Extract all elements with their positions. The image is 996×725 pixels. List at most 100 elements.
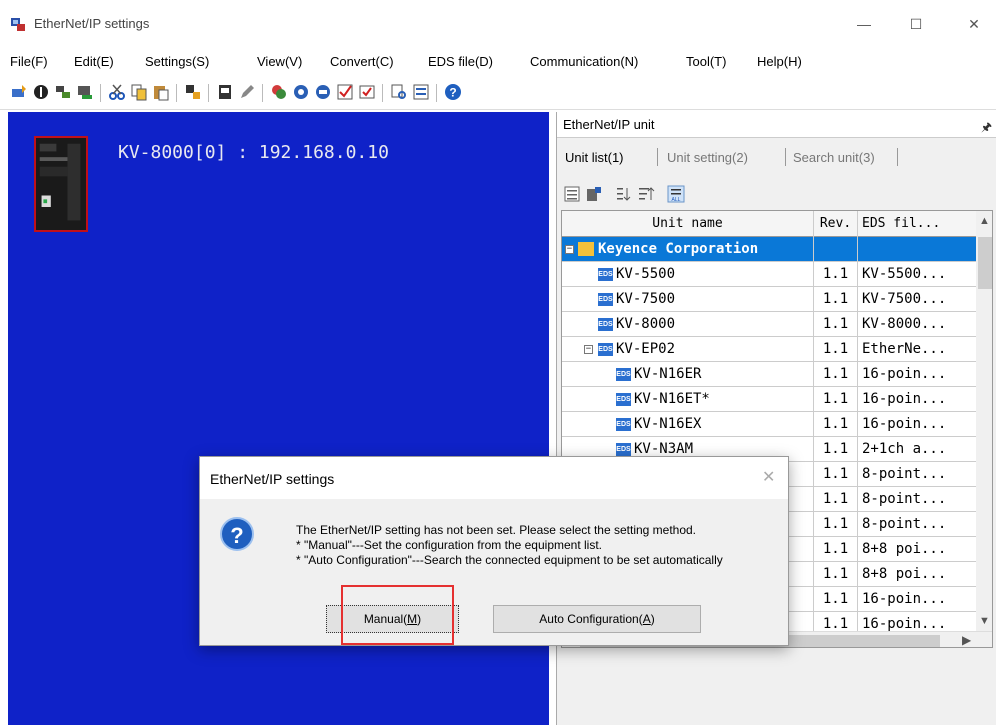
- column-rev[interactable]: Rev.: [814, 211, 858, 237]
- table-row[interactable]: EDS KV-N16EX 1.1 16-poin...: [562, 412, 976, 437]
- svg-text:ALL: ALL: [672, 197, 681, 203]
- panel-header: EtherNet/IP unit 🖈: [557, 112, 996, 138]
- menu-settings[interactable]: Settings(S): [145, 54, 209, 69]
- tab-separator: [657, 148, 658, 166]
- menu-view[interactable]: View(V): [257, 54, 302, 69]
- table-row[interactable]: EDS KV-N16ET* 1.1 16-poin...: [562, 387, 976, 412]
- transfer-icon[interactable]: [270, 83, 288, 101]
- maximize-button[interactable]: ☐: [904, 14, 928, 34]
- table-row[interactable]: EDS KV-N16ER 1.1 16-poin...: [562, 362, 976, 387]
- menu-convert[interactable]: Convert(C): [330, 54, 394, 69]
- eds-file-icon: EDS: [616, 443, 631, 456]
- vertical-scrollbar[interactable]: ▲ ▼: [976, 211, 992, 631]
- table-row[interactable]: − EDS KV-EP02 1.1 EtherNe...: [562, 337, 976, 362]
- expand-all-icon[interactable]: [563, 185, 581, 203]
- window-title: EtherNet/IP settings: [34, 16, 150, 31]
- eds-file-icon: EDS: [598, 343, 613, 356]
- eds-cell: 8-point...: [862, 516, 947, 532]
- scrollbar-thumb[interactable]: [978, 237, 992, 289]
- eds-cell: [858, 237, 976, 262]
- eds-cell: 8-point...: [862, 466, 947, 482]
- auto-label-close: ): [650, 612, 655, 626]
- highlight-box: [341, 585, 454, 645]
- collapse-icon[interactable]: −: [584, 345, 593, 354]
- sd-icon[interactable]: [216, 83, 234, 101]
- unit-name-cell: EDS KV-5500: [562, 262, 814, 287]
- menu-file[interactable]: File(F): [10, 54, 48, 69]
- search-list-icon[interactable]: [390, 83, 408, 101]
- message-line: The EtherNet/IP setting has not been set…: [296, 523, 697, 537]
- eip-icon[interactable]: [314, 83, 332, 101]
- show-all-icon[interactable]: ALL: [667, 185, 685, 203]
- collapse-all-icon[interactable]: [585, 185, 603, 203]
- tab-search-unit[interactable]: Search unit(3): [793, 150, 875, 165]
- menubar: File(F) Edit(E) Settings(S) View(V) Conv…: [0, 48, 996, 76]
- table-row[interactable]: EDS KV-7500 1.1 KV-7500...: [562, 287, 976, 312]
- scroll-up-icon[interactable]: ▲: [979, 215, 990, 227]
- add-unit-icon[interactable]: [10, 83, 28, 101]
- plc-device-icon[interactable]: [34, 136, 88, 232]
- menu-help[interactable]: Help(H): [757, 54, 802, 69]
- copy-icon[interactable]: [130, 83, 148, 101]
- collapse-icon[interactable]: −: [565, 245, 574, 254]
- eds-file-icon: EDS: [616, 418, 631, 431]
- grid-header: Unit name Rev. EDS fil...: [562, 211, 992, 237]
- table-row[interactable]: EDS KV-5500 1.1 KV-5500...: [562, 262, 976, 287]
- unit-config-icon[interactable]: [184, 83, 202, 101]
- scroll-down-icon[interactable]: ▼: [979, 615, 990, 627]
- close-button[interactable]: ✕: [962, 14, 986, 34]
- unit-name-cell: EDS KV-8000: [562, 312, 814, 337]
- sort-asc-icon[interactable]: [615, 185, 633, 203]
- properties-icon[interactable]: [32, 83, 50, 101]
- unit-name-cell: − Keyence Corporation: [562, 237, 814, 262]
- toolbar-separator: [262, 84, 263, 102]
- device-label: KV-8000[0] : 192.168.0.10: [118, 142, 389, 163]
- rev-cell: [814, 237, 858, 262]
- help-icon[interactable]: ?: [444, 83, 462, 101]
- paste-icon[interactable]: [152, 83, 170, 101]
- rev-cell: 1.1: [814, 362, 858, 387]
- table-row[interactable]: − Keyence Corporation: [562, 237, 976, 262]
- tab-separator: [897, 148, 898, 166]
- message-line: * "Auto Configuration"---Search the conn…: [296, 553, 723, 567]
- scroll-right-icon[interactable]: ▶: [962, 633, 971, 647]
- unit-name: KV-7500: [616, 291, 676, 307]
- monitor-icon[interactable]: [76, 83, 94, 101]
- tab-unit-list[interactable]: Unit list(1): [565, 150, 624, 165]
- edit-icon[interactable]: [238, 83, 256, 101]
- eds-cell: KV-8000...: [862, 316, 947, 332]
- panel-toolbar: ALL: [557, 182, 996, 208]
- menu-eds-file[interactable]: EDS file(D): [428, 54, 493, 69]
- menu-tool[interactable]: Tool(T): [686, 54, 726, 69]
- eds-cell: 8+8 poi...: [862, 541, 947, 557]
- rev-cell: 1.1: [814, 412, 858, 437]
- sort-desc-icon[interactable]: [637, 185, 655, 203]
- cut-icon[interactable]: [108, 83, 126, 101]
- minimize-button[interactable]: —: [852, 14, 876, 34]
- tab-separator: [785, 148, 786, 166]
- eds-cell: 8-point...: [862, 491, 947, 507]
- unit-name-cell: EDS KV-N16EX: [562, 412, 814, 437]
- dialog-close-button[interactable]: ✕: [762, 467, 775, 487]
- network-icon[interactable]: [54, 83, 72, 101]
- tab-unit-setting[interactable]: Unit setting(2): [667, 150, 748, 165]
- eds-cell: 16-poin...: [862, 591, 947, 607]
- table-row[interactable]: EDS KV-8000 1.1 KV-8000...: [562, 312, 976, 337]
- column-unit-name[interactable]: Unit name: [562, 211, 814, 237]
- column-eds-file[interactable]: EDS fil...: [858, 211, 976, 237]
- list-icon[interactable]: [412, 83, 430, 101]
- toolbar: ?: [0, 76, 996, 110]
- read-icon[interactable]: [292, 83, 310, 101]
- eds-cell: 16-poin...: [862, 416, 947, 432]
- menu-edit[interactable]: Edit(E): [74, 54, 114, 69]
- verify-icon[interactable]: [336, 83, 354, 101]
- menu-communication[interactable]: Communication(N): [530, 54, 638, 69]
- unit-name: KV-N16ER: [634, 366, 702, 382]
- rev-cell: 1.1: [814, 512, 858, 537]
- check-icon[interactable]: [358, 83, 376, 101]
- unit-name-cell: EDS KV-7500: [562, 287, 814, 312]
- eds-cell: KV-5500...: [862, 266, 947, 282]
- auto-configuration-button[interactable]: Auto Configuration(A): [493, 605, 701, 633]
- pin-icon[interactable]: 🖈: [981, 118, 992, 139]
- rev-cell: 1.1: [814, 337, 858, 362]
